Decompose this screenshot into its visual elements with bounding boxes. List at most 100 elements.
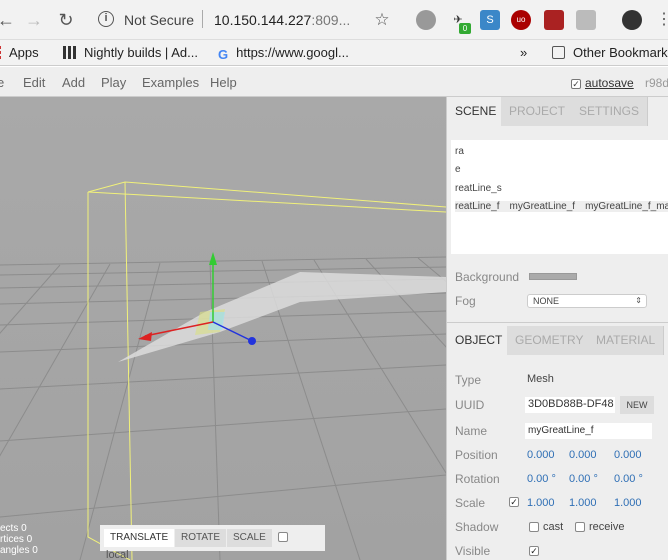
outliner-geometry-label: myGreatLine_f [509,201,576,212]
tab-material[interactable]: MATERIAL [588,326,665,355]
rotation-z[interactable]: 0.00 ° [614,473,643,485]
bookmarks-overflow[interactable]: » [520,45,527,60]
tab-object[interactable]: OBJECT [447,326,512,355]
fog-select[interactable]: NONE ⇕ [527,294,647,308]
scene-info-panel: ects 0 rtices 0 angles 0 [0,523,38,556]
background-color-swatch[interactable] [529,273,577,280]
revision-label: r98d [645,76,668,90]
menu-edit[interactable]: Edit [23,75,45,90]
url-text[interactable]: 10.150.144.227:809... [214,12,350,28]
outliner-item-camera[interactable]: ra [455,146,464,157]
extension-badge: 0 [459,23,471,34]
name-input[interactable]: myGreatLine_f [525,423,652,439]
fog-value: NONE [533,296,560,306]
extension-s-icon[interactable]: S [480,10,500,30]
sidebar-panel: SCENE PROJECT SETTINGS ra e reatLine_s r… [446,97,668,560]
info-objects: ects 0 [0,523,27,534]
position-label: Position [455,448,498,462]
select-arrows-icon: ⇕ [635,296,642,305]
scale-x[interactable]: 1.000 [527,497,555,509]
bookmarks-bar: Apps Nightly builds | Ad... Ghttps://www… [0,40,668,66]
scale-z[interactable]: 1.000 [614,497,642,509]
tab-geometry[interactable]: GEOMETRY [507,326,593,355]
extension-grey-icon[interactable] [576,10,596,30]
google-icon: G [218,47,229,62]
nightly-grid-icon [63,46,76,59]
menu-play[interactable]: Play [101,75,126,90]
type-label: Type [455,373,482,387]
back-arrow-icon[interactable]: ← [0,8,18,32]
apps-grid-icon [0,46,1,59]
type-value: Mesh [527,373,554,385]
forward-arrow-icon[interactable]: → [22,8,46,32]
extension-speech-icon[interactable] [416,10,436,30]
viewport-3d[interactable]: ects 0 rtices 0 angles 0 TRANSLATE ROTAT… [0,97,446,560]
bookmark-apps[interactable]: Apps [0,45,39,60]
background-label: Background [455,270,520,284]
outliner-material-label: myGreatLine_f_mat [585,201,668,212]
scale-button[interactable]: SCALE [227,529,272,547]
rotation-x[interactable]: 0.00 ° [527,473,556,485]
receive-label: receive [589,521,625,533]
scene-tabs: SCENE PROJECT SETTINGS [447,97,668,126]
menu-help[interactable]: Help [210,75,237,90]
folder-icon [552,46,565,59]
menu-dots-icon[interactable]: ⋮ [652,8,668,32]
bookmark-nightly[interactable]: Nightly builds | Ad... [63,45,198,60]
scene-outliner[interactable]: ra e reatLine_s reatLine_f myGreatLine_f m… [451,140,668,254]
position-z[interactable]: 0.000 [614,449,642,461]
local-space-checkbox[interactable] [278,532,288,542]
outliner-line-f-label: reatLine_f [455,201,500,212]
ublock-icon[interactable]: uo [511,10,531,30]
local-space-label: local [106,549,129,560]
receive-shadow-checkbox[interactable] [575,522,585,532]
scale-y[interactable]: 1.000 [569,497,597,509]
scene-render [0,97,446,560]
info-triangles: angles 0 [0,545,38,556]
translate-button[interactable]: TRANSLATE [104,529,175,547]
menu-examples[interactable]: Examples [142,75,199,90]
profile-avatar[interactable] [622,10,642,30]
name-label: Name [455,424,488,438]
autosave-label: autosave [585,76,634,90]
uuid-field: 3D0BD88B-DF48 [525,397,615,413]
rotate-button[interactable]: ROTATE [175,529,227,547]
app-menubar: e Edit Add Play Examples Help ✓ autosave … [0,67,668,97]
bookmark-other[interactable]: Other Bookmarks [552,45,668,60]
outliner-item-scene[interactable]: e [455,164,461,175]
object-tabs: OBJECT GEOMETRY MATERIAL [447,326,668,355]
info-icon[interactable]: i [98,11,114,27]
scale-label: Scale [455,496,486,510]
uuid-label: UUID [455,398,485,412]
outliner-item-line-s[interactable]: reatLine_s [455,183,502,194]
autosave-checkbox[interactable]: ✓ [571,79,581,89]
bookmark-star-icon[interactable]: ☆ [370,8,394,32]
reload-icon[interactable]: ↻ [54,8,78,32]
transform-toolbar: TRANSLATE ROTATE SCALE [100,525,325,551]
shadow-label: Shadow [455,520,499,534]
tab-project[interactable]: PROJECT [501,97,575,126]
address-bar[interactable]: i Not Secure 10.150.144.227:809... [92,6,398,34]
cast-shadow-checkbox[interactable] [529,522,539,532]
rotation-y[interactable]: 0.00 ° [569,473,598,485]
autosave-toggle[interactable]: ✓ autosave [571,76,634,90]
scale-lock-checkbox[interactable]: ✓ [509,497,519,507]
menu-file[interactable]: e [0,75,4,90]
tab-settings[interactable]: SETTINGS [571,97,649,126]
browser-toolbar: ← → ↻ i Not Secure 10.150.144.227:809...… [0,0,668,40]
bookmark-google[interactable]: Ghttps://www.googl... [218,45,349,62]
section-divider [447,322,668,323]
security-label: Not Secure [124,12,195,28]
extension-red-icon[interactable] [544,10,564,30]
tab-scene[interactable]: SCENE [447,97,506,126]
menu-add[interactable]: Add [62,75,85,90]
position-y[interactable]: 0.000 [569,449,597,461]
info-vertices: rtices 0 [0,534,33,545]
rotation-label: Rotation [455,472,500,486]
visible-label: Visible [455,544,491,558]
visible-checkbox[interactable]: ✓ [529,546,539,556]
outliner-item-line-f[interactable]: reatLine_f myGreatLine_f myGreatLine_f_mat [455,201,668,212]
new-uuid-button[interactable]: NEW [620,396,654,414]
position-x[interactable]: 0.000 [527,449,555,461]
fog-label: Fog [455,294,476,308]
